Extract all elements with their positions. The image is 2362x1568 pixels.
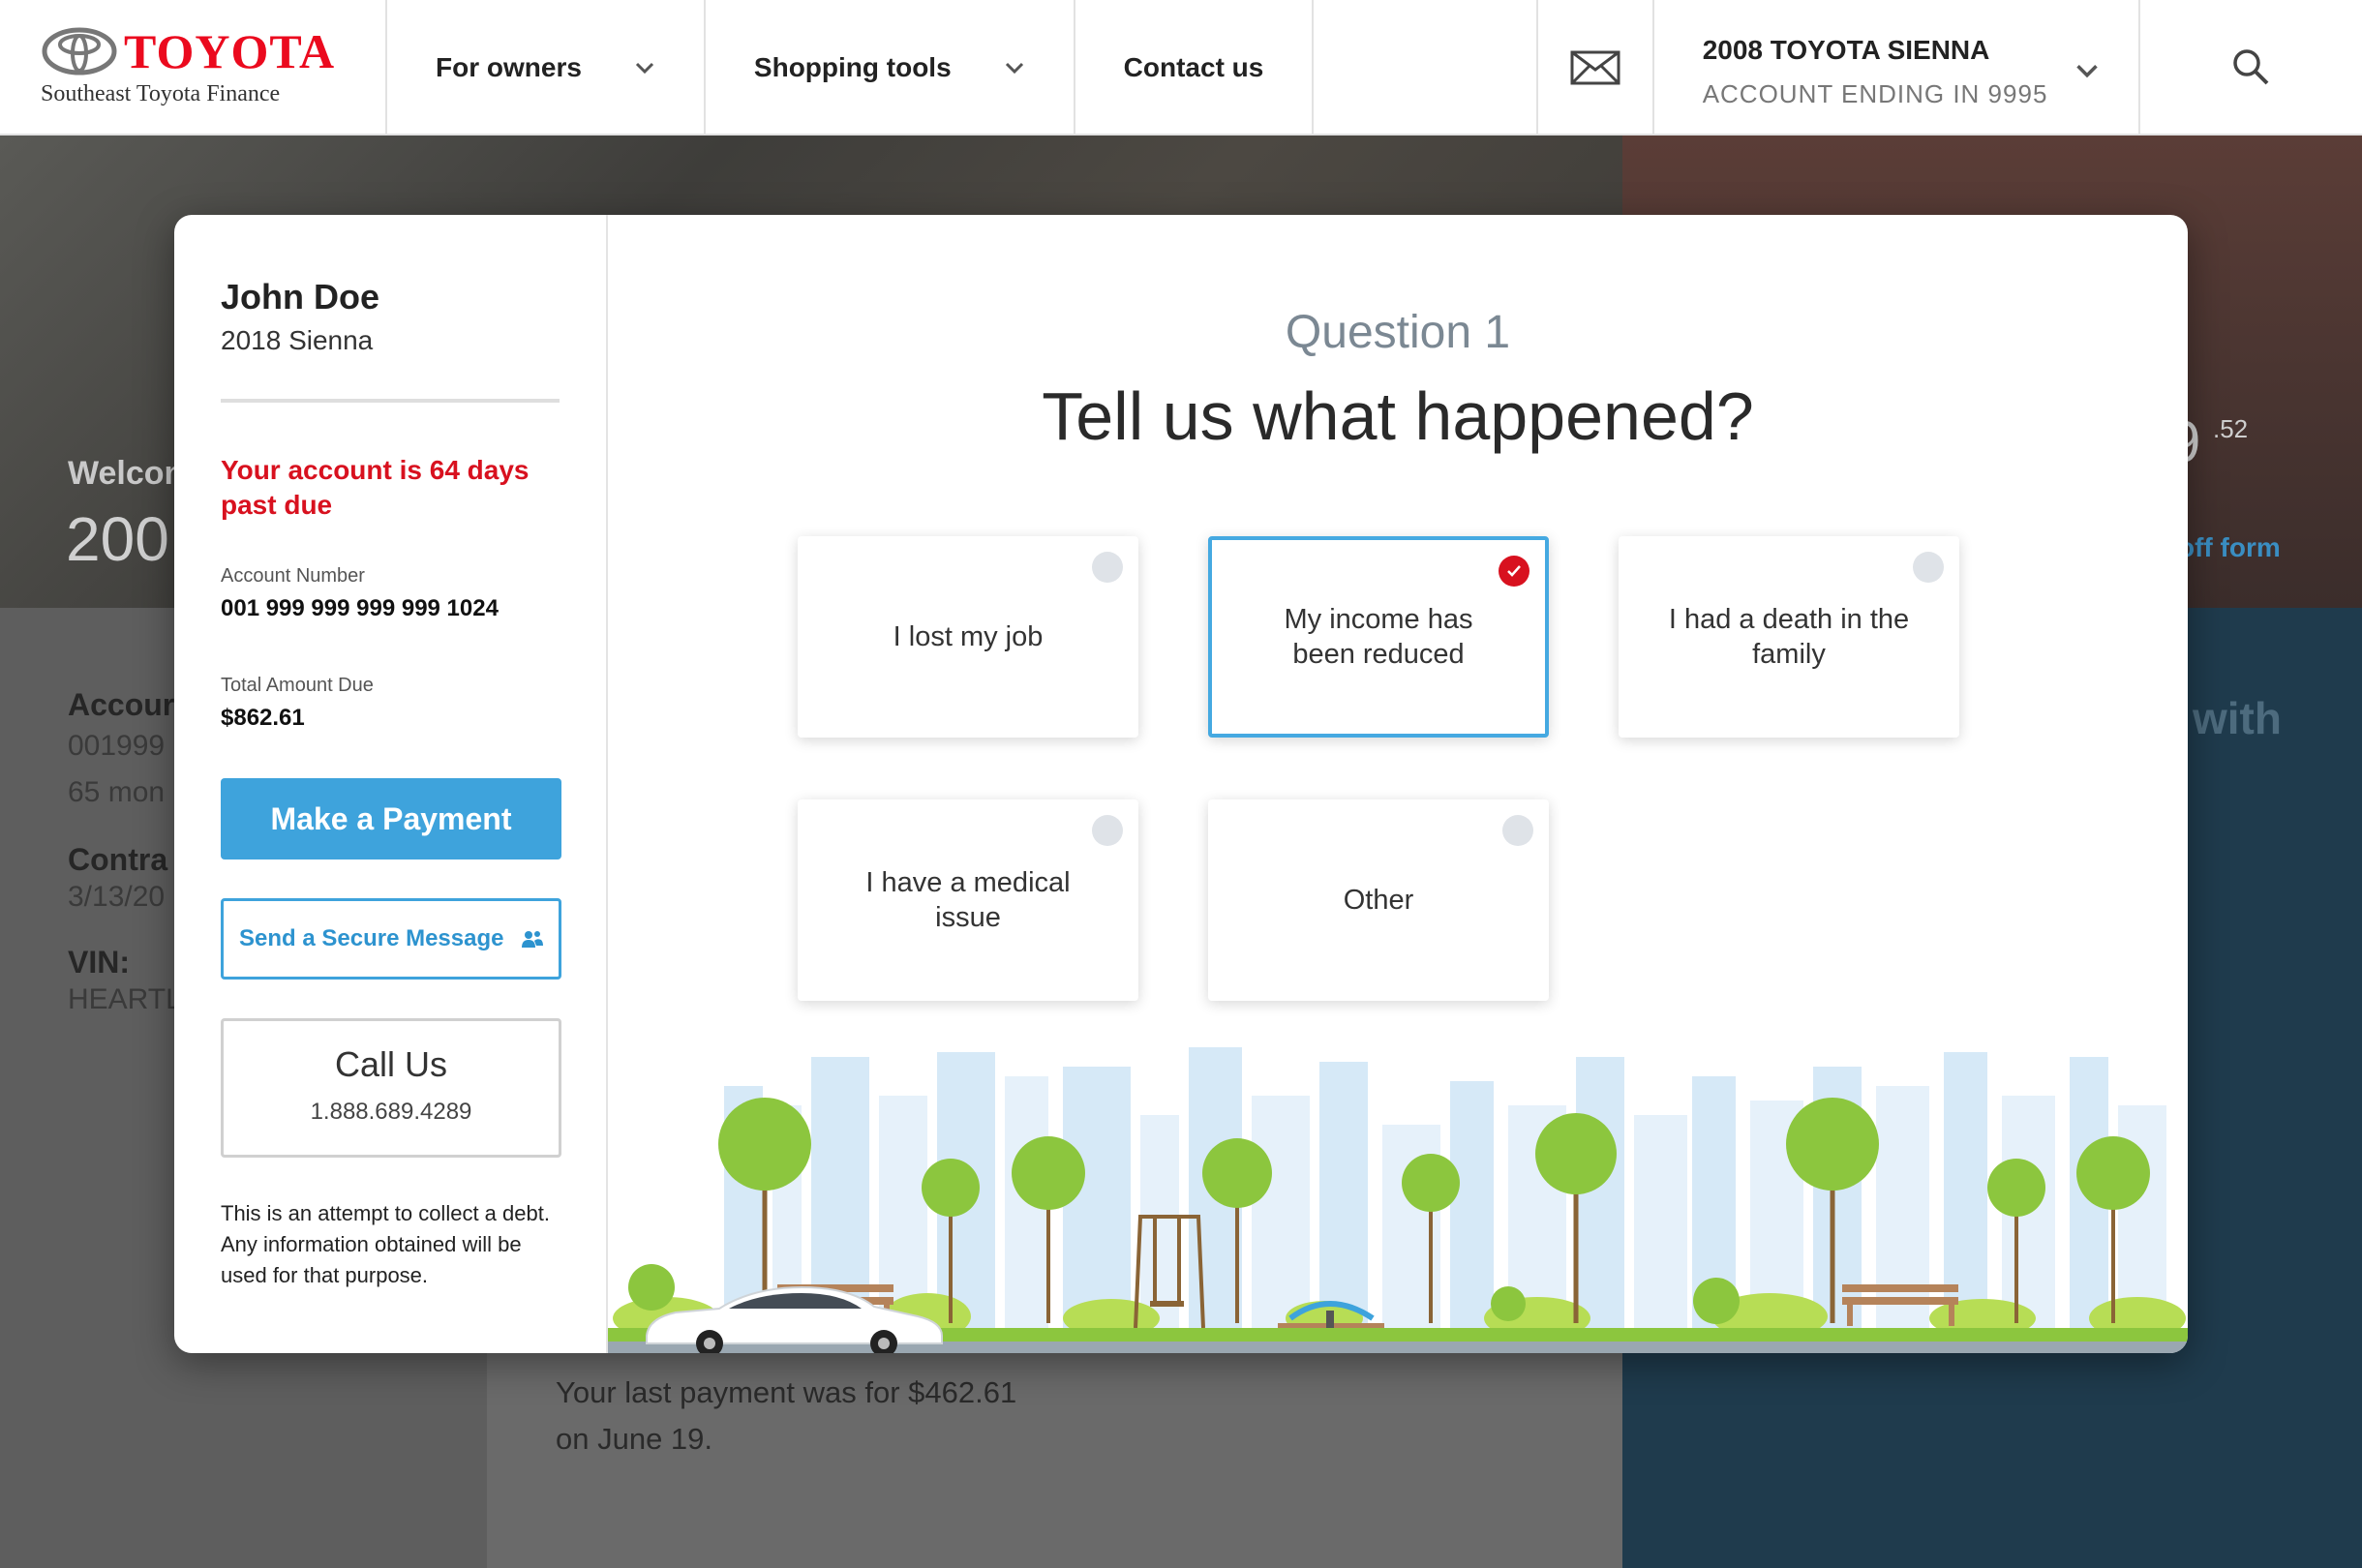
customer-vehicle: 2018 Sienna xyxy=(221,325,374,355)
hero-link[interactable]: off form xyxy=(2178,532,2281,563)
divider xyxy=(221,399,560,403)
option-label: My income has been reduced xyxy=(1284,604,1473,670)
envelope-icon xyxy=(1570,50,1620,85)
brand-wordmark: TOYOTA xyxy=(124,24,336,78)
option-label: Other xyxy=(1343,885,1414,916)
question-title: Tell us what happened? xyxy=(1042,378,1754,454)
question-panel: Question 1 Tell us what happened? I lost… xyxy=(608,215,2188,1353)
bg-contract-label: Contra xyxy=(68,842,168,877)
chevron-down-icon xyxy=(635,62,653,75)
call-us-title: Call Us xyxy=(334,1044,447,1084)
city-park-illustration xyxy=(608,1047,2188,1353)
brand-subtitle: Southeast Toyota Finance xyxy=(41,81,281,106)
vehicle-account: ACCOUNT ENDING IN 9995 xyxy=(1702,79,2048,108)
brand-logo[interactable]: TOYOTA Southeast Toyota Finance xyxy=(0,0,387,136)
bg-last-payment: Your last payment was for $462.61 on Jun… xyxy=(556,1370,1016,1462)
hero-amount-cents: .52 xyxy=(2213,414,2249,443)
bg-vin-label: VIN: xyxy=(68,945,130,980)
nav-for-owners[interactable]: For owners xyxy=(387,0,706,136)
option-medical-issue[interactable]: I have a medical issue xyxy=(798,799,1138,1001)
bg-contract-value: 3/13/20 xyxy=(68,881,166,913)
nav-shopping-tools-label: Shopping tools xyxy=(753,52,952,82)
bg-account-label: Accour xyxy=(68,687,175,722)
radio-unchecked-icon xyxy=(1913,552,1944,583)
call-us-button[interactable]: Call Us 1.888.689.4289 xyxy=(221,1018,561,1158)
radio-checked-icon xyxy=(1499,556,1529,587)
hardship-modal: John Doe 2018 Sienna Your account is 64 … xyxy=(174,215,2188,1353)
vehicle-selector[interactable]: 2008 TOYOTA SIENNA ACCOUNT ENDING IN 999… xyxy=(1654,0,2140,136)
bg-last-payment-line2: on June 19. xyxy=(556,1422,713,1456)
top-nav: TOYOTA Southeast Toyota Finance For owne… xyxy=(0,0,2362,136)
messages-button[interactable] xyxy=(1535,0,1654,136)
hero-year: 200 xyxy=(66,504,169,574)
option-other[interactable]: Other xyxy=(1208,799,1549,1001)
option-label: I had a death in the family xyxy=(1668,604,1910,670)
option-label: I lost my job xyxy=(893,621,1044,652)
vehicle-title: 2008 TOYOTA SIENNA xyxy=(1702,35,1990,65)
search-icon xyxy=(2233,49,2269,85)
radio-unchecked-icon xyxy=(1502,815,1533,846)
make-payment-button[interactable]: Make a Payment xyxy=(221,778,561,859)
total-due-label: Total Amount Due xyxy=(221,675,374,696)
option-lost-job[interactable]: I lost my job xyxy=(798,536,1138,738)
call-us-number: 1.888.689.4289 xyxy=(310,1099,472,1125)
bg-months: 65 mon xyxy=(68,776,166,808)
toyota-emblem-icon xyxy=(42,27,117,75)
option-income-reduced[interactable]: My income has been reduced xyxy=(1208,536,1549,738)
past-due-warning: Your account is 64 days past due xyxy=(221,455,530,520)
search-button[interactable] xyxy=(2140,0,2362,134)
people-icon xyxy=(522,931,544,948)
question-number: Question 1 xyxy=(1285,307,1511,358)
radio-unchecked-icon xyxy=(1092,815,1123,846)
bg-vin-value: HEARTL xyxy=(68,983,182,1015)
nav-shopping-tools[interactable]: Shopping tools xyxy=(706,0,1075,136)
bg-account-value: 001999 xyxy=(68,730,166,762)
chevron-down-icon xyxy=(1005,62,1023,75)
total-due: $862.61 xyxy=(221,705,305,731)
radio-unchecked-icon xyxy=(1092,552,1123,583)
modal-sidebar: John Doe 2018 Sienna Your account is 64 … xyxy=(174,215,608,1353)
bg-last-payment-line1: Your last payment was for $462.61 xyxy=(556,1375,1017,1409)
customer-name: John Doe xyxy=(221,277,380,317)
nav-contact-us[interactable]: Contact us xyxy=(1075,0,1315,136)
nav-contact-us-label: Contact us xyxy=(1123,52,1264,82)
send-secure-message-button[interactable]: Send a Secure Message xyxy=(221,898,561,980)
option-label: I have a medical issue xyxy=(865,867,1071,933)
nav-for-owners-label: For owners xyxy=(436,52,582,82)
bg-with-text: with xyxy=(2193,693,2282,743)
debt-disclaimer: This is an attempt to collect a debt. An… xyxy=(221,1201,550,1287)
checkmark-icon xyxy=(1507,565,1521,577)
account-number-label: Account Number xyxy=(221,565,365,587)
chevron-down-icon xyxy=(2075,65,2098,78)
option-death-in-family[interactable]: I had a death in the family xyxy=(1619,536,1959,738)
send-secure-message-label: Send a Secure Message xyxy=(239,925,504,951)
account-number: 001 999 999 999 999 1024 xyxy=(221,595,499,621)
